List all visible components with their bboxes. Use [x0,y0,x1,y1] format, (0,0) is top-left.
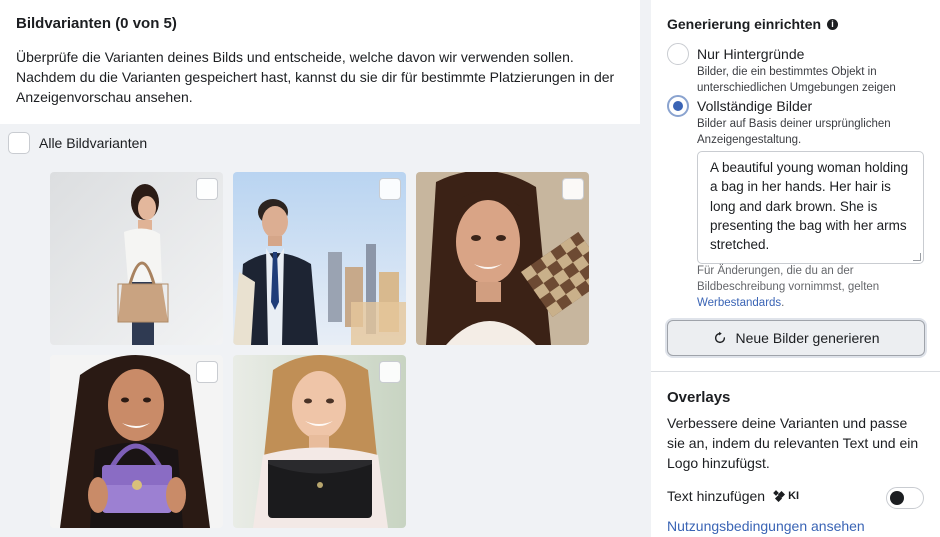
standards-note: Für Änderungen, die du an der Bildbeschr… [697,263,927,311]
variants-title: Bildvarianten (0 von 5) [16,15,177,32]
image-variant-5[interactable] [233,355,406,528]
generation-panel: Generierung einrichten i Nur Hintergründ… [651,0,940,537]
option-full-label: Vollständige Bilder [697,98,813,114]
select-all-row[interactable]: Alle Bildvarianten [8,131,147,155]
generation-title-row: Generierung einrichten i [667,16,839,32]
section-divider [651,371,940,372]
option-backgrounds-sub: Bilder, die ein bestimmtes Objekt in unt… [697,66,896,94]
select-all-checkbox[interactable] [8,132,30,154]
info-icon[interactable]: i [827,18,839,30]
add-text-toggle[interactable] [886,487,924,509]
image-description-textarea[interactable]: A beautiful young woman holding a bag in… [697,151,924,264]
generation-title: Generierung einrichten [667,16,822,32]
ai-badge: KI [788,490,800,502]
image-variant-1-checkbox[interactable] [196,178,218,200]
radio-full-images[interactable] [667,95,689,117]
variants-panel: Bildvarianten (0 von 5) Überprüfe die Va… [0,0,640,537]
option-full-sub: Bilder auf Basis deiner ursprünglichen A… [697,118,891,146]
image-variant-5-checkbox[interactable] [379,361,401,383]
option-backgrounds-label: Nur Hintergründe [697,46,805,62]
note-text: Für Änderungen, die du an der Bildbeschr… [697,265,880,293]
variants-description: Überprüfe die Varianten deines Bilds und… [16,49,615,105]
resize-handle-icon[interactable] [913,253,921,261]
terms-link[interactable]: Nutzungsbedingungen ansehen [667,518,865,534]
prompt-text: A beautiful young woman holding a bag in… [710,160,909,253]
select-all-label: Alle Bildvarianten [39,135,148,151]
note-end: . [781,297,785,309]
image-variant-1[interactable] [50,172,223,345]
image-variant-4-checkbox[interactable] [196,361,218,383]
overlays-description: Verbessere deine Varianten und passe sie… [667,415,919,471]
ai-sparkle-icon [773,490,786,502]
variants-header: Bildvarianten (0 von 5) Überprüfe die Va… [0,0,640,124]
refresh-icon [714,331,725,344]
image-variant-2[interactable] [233,172,406,345]
ad-standards-link[interactable]: Werbestandards [697,297,781,309]
add-text-row: Text hinzufügen KI [667,488,799,504]
generate-button-label: Neue Bilder generieren [735,330,880,346]
overlays-title: Overlays [667,389,731,406]
add-text-label: Text hinzufügen [667,488,766,504]
image-variant-3-checkbox[interactable] [562,178,584,200]
radio-backgrounds-only[interactable] [667,43,689,65]
image-variant-3[interactable] [416,172,589,345]
image-variant-2-checkbox[interactable] [379,178,401,200]
generate-new-images-button[interactable]: Neue Bilder generieren [667,320,925,356]
image-variant-4[interactable] [50,355,223,528]
toggle-knob [890,491,904,505]
